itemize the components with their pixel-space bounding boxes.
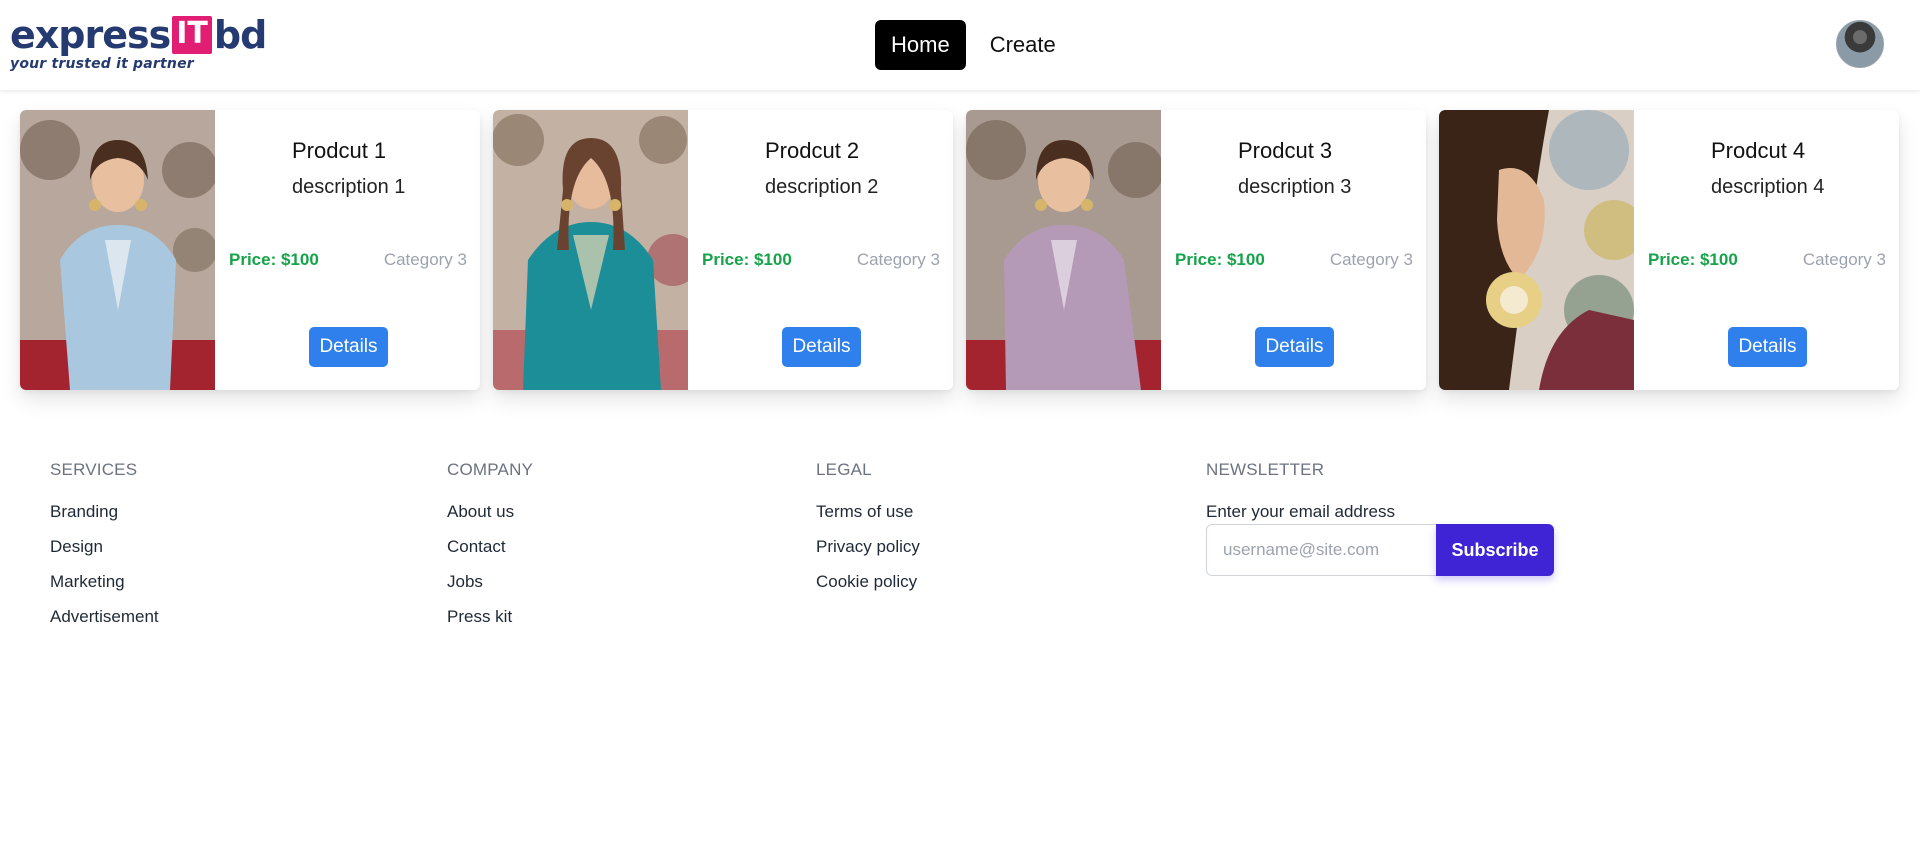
product-image[interactable]	[1439, 110, 1634, 390]
product-title: Prodcut 3	[1238, 138, 1333, 163]
newsletter-email-input[interactable]	[1206, 524, 1436, 576]
details-button[interactable]: Details	[1728, 327, 1807, 367]
product-card: Prodcut 4 description 4 Price: $100 Cate…	[1439, 110, 1899, 390]
footer-link-marketing[interactable]: Marketing	[50, 572, 159, 607]
product-description: description 3	[1238, 176, 1352, 198]
product-card: Prodcut 3 description 3 Price: $100 Cate…	[966, 110, 1426, 390]
product-description: description 4	[1711, 176, 1825, 198]
nav-create-link[interactable]: Create	[974, 20, 1072, 70]
footer-newsletter: NEWSLETTER Enter your email address Subs…	[1206, 460, 1554, 576]
product-image[interactable]	[966, 110, 1161, 390]
product-image[interactable]	[20, 110, 215, 390]
main-nav: Home Create	[875, 20, 1072, 70]
logo-tagline: your trusted it partner	[10, 56, 194, 72]
product-title: Prodcut 2	[765, 138, 860, 163]
user-avatar[interactable]	[1836, 20, 1884, 68]
nav-home-link[interactable]: Home	[875, 20, 966, 70]
footer-link-jobs[interactable]: Jobs	[447, 572, 533, 607]
product-category: Category 3	[1802, 250, 1886, 269]
footer-legal-heading: LEGAL	[816, 460, 872, 479]
subscribe-button[interactable]: Subscribe	[1436, 524, 1554, 576]
product-category: Category 3	[383, 250, 467, 269]
footer-services: SERVICES Branding Design Marketing Adver…	[50, 460, 159, 642]
footer-link-privacy[interactable]: Privacy policy	[816, 537, 920, 572]
footer-link-press-kit[interactable]: Press kit	[447, 607, 533, 642]
footer-services-heading: SERVICES	[50, 460, 138, 479]
logo-word-bd: bd	[213, 13, 267, 57]
footer-company: COMPANY About us Contact Jobs Press kit	[447, 460, 533, 642]
details-button[interactable]: Details	[1255, 327, 1334, 367]
footer-link-terms[interactable]: Terms of use	[816, 502, 920, 537]
expressitbd-logo[interactable]: express IT bd your trusted it partner	[10, 13, 267, 74]
footer-link-contact[interactable]: Contact	[447, 537, 533, 572]
product-description: description 1	[292, 176, 406, 198]
product-title: Prodcut 1	[292, 138, 387, 163]
product-price: Price: $100	[1175, 250, 1265, 269]
footer-link-about[interactable]: About us	[447, 502, 533, 537]
details-button[interactable]: Details	[309, 327, 388, 367]
product-category: Category 3	[1329, 250, 1413, 269]
footer-link-advertisement[interactable]: Advertisement	[50, 607, 159, 642]
product-grid: Prodcut 1 description 1 Price: $100 Cate…	[20, 110, 1900, 390]
product-category: Category 3	[856, 250, 940, 269]
footer-newsletter-heading: NEWSLETTER	[1206, 460, 1325, 479]
logo-wordmark: express IT bd	[10, 13, 267, 57]
footer-link-cookie[interactable]: Cookie policy	[816, 572, 920, 607]
product-card: Prodcut 1 description 1 Price: $100 Cate…	[20, 110, 480, 390]
product-price: Price: $100	[702, 250, 792, 269]
product-card: Prodcut 2 description 2 Price: $100 Cate…	[493, 110, 953, 390]
footer-company-heading: COMPANY	[447, 460, 534, 479]
footer-legal: LEGAL Terms of use Privacy policy Cookie…	[816, 460, 920, 607]
site-footer: SERVICES Branding Design Marketing Adver…	[0, 460, 1920, 660]
top-navbar: express IT bd your trusted it partner Ho…	[0, 0, 1920, 90]
product-price: Price: $100	[229, 250, 319, 269]
details-button[interactable]: Details	[782, 327, 861, 367]
product-price: Price: $100	[1648, 250, 1738, 269]
product-image[interactable]	[493, 110, 688, 390]
newsletter-form: Subscribe	[1206, 524, 1554, 576]
product-description: description 2	[765, 176, 879, 198]
footer-link-design[interactable]: Design	[50, 537, 159, 572]
newsletter-email-label: Enter your email address	[1206, 502, 1395, 521]
logo-word-it: IT	[172, 16, 212, 54]
product-title: Prodcut 4	[1711, 138, 1806, 163]
logo-word-express: express	[10, 13, 171, 57]
footer-link-branding[interactable]: Branding	[50, 502, 159, 537]
